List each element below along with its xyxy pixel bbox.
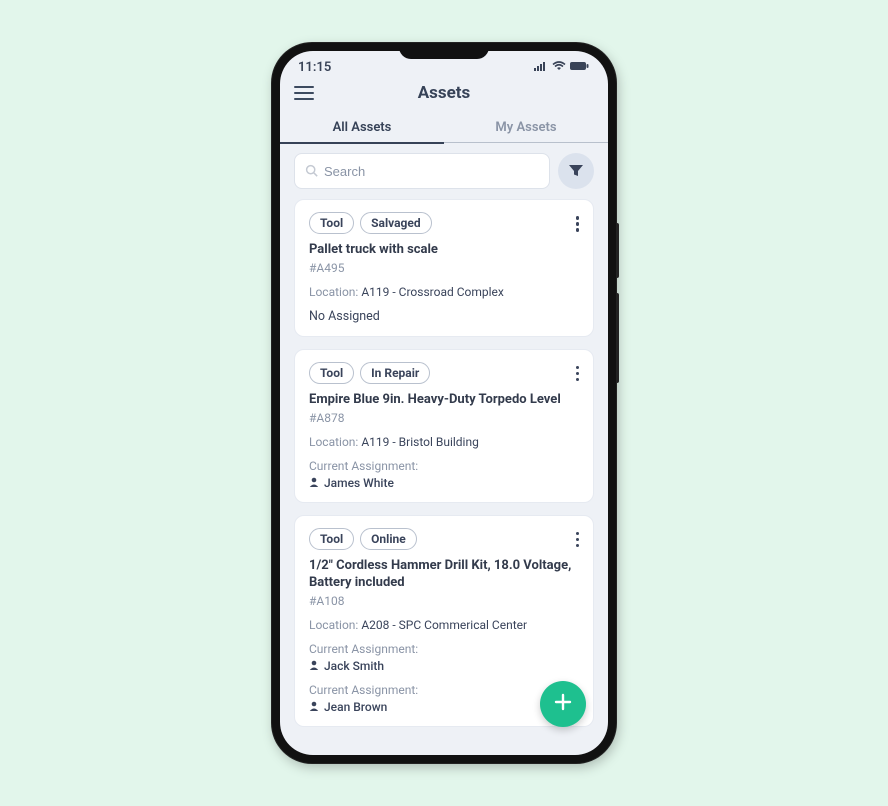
asset-id: #A108 (309, 594, 579, 608)
assignment: Current Assignment: Jack Smith (309, 642, 579, 673)
chip-row: Tool Salvaged (309, 212, 579, 234)
chip-row: Tool Online (309, 528, 579, 550)
search-box[interactable] (294, 153, 550, 189)
assignment-label: Current Assignment: (309, 683, 579, 697)
more-button[interactable] (572, 212, 584, 236)
assignment: Current Assignment: Jean Brown (309, 683, 579, 714)
location-label: Location: (309, 618, 358, 632)
screen: 11:15 Assets All Assets My Assets (280, 51, 608, 755)
location-value: A119 - Bristol Building (361, 435, 479, 449)
status-time: 11:15 (298, 60, 331, 75)
more-button[interactable] (572, 528, 584, 552)
page-title: Assets (418, 83, 471, 103)
assignee-name: James White (324, 476, 394, 490)
battery-icon (570, 60, 590, 75)
phone-frame: 11:15 Assets All Assets My Assets (272, 43, 616, 763)
add-button[interactable] (540, 681, 586, 727)
menu-icon (294, 86, 314, 100)
person-icon (309, 659, 319, 673)
assignee-name: Jean Brown (324, 700, 387, 714)
assignment: Current Assignment: James White (309, 459, 579, 490)
person-icon (309, 700, 319, 714)
no-assigned: No Assigned (309, 309, 579, 324)
filter-button[interactable] (558, 153, 594, 189)
chip-row: Tool In Repair (309, 362, 579, 384)
location-field: Location: A119 - Bristol Building (309, 435, 579, 449)
tab-my-assets[interactable]: My Assets (444, 113, 608, 142)
chip-status: Salvaged (360, 212, 432, 234)
location-value: A119 - Crossroad Complex (361, 285, 504, 299)
chip-status: Online (360, 528, 417, 550)
search-icon (305, 162, 318, 181)
assignment-value: Jean Brown (309, 700, 579, 714)
location-label: Location: (309, 435, 358, 449)
assignment-label: Current Assignment: (309, 642, 579, 656)
signal-icon (534, 60, 548, 75)
assignment-value: James White (309, 476, 579, 490)
wifi-icon (552, 60, 566, 75)
header: Assets (280, 77, 608, 107)
notch (399, 43, 489, 59)
asset-list[interactable]: Tool Salvaged Pallet truck with scale #A… (280, 199, 608, 755)
assignment-value: Jack Smith (309, 659, 579, 673)
chip-type: Tool (309, 528, 354, 550)
asset-title: Empire Blue 9in. Heavy-Duty Torpedo Leve… (309, 392, 579, 409)
person-icon (309, 476, 319, 490)
asset-card[interactable]: Tool Salvaged Pallet truck with scale #A… (294, 199, 594, 337)
chip-status: In Repair (360, 362, 430, 384)
chip-type: Tool (309, 362, 354, 384)
assignee-name: Jack Smith (324, 659, 384, 673)
asset-id: #A495 (309, 261, 579, 275)
asset-card[interactable]: Tool In Repair Empire Blue 9in. Heavy-Du… (294, 349, 594, 503)
asset-title: Pallet truck with scale (309, 242, 579, 259)
status-right (534, 60, 590, 75)
location-field: Location: A208 - SPC Commerical Center (309, 618, 579, 632)
chip-type: Tool (309, 212, 354, 234)
plus-icon (553, 692, 573, 716)
asset-id: #A878 (309, 411, 579, 425)
more-button[interactable] (572, 362, 584, 386)
tab-all-assets[interactable]: All Assets (280, 113, 444, 142)
assignment-label: Current Assignment: (309, 459, 579, 473)
filter-icon (569, 162, 583, 181)
location-value: A208 - SPC Commerical Center (361, 618, 527, 632)
menu-button[interactable] (294, 86, 314, 100)
search-input[interactable] (324, 164, 539, 179)
tabs: All Assets My Assets (280, 113, 608, 143)
search-row (280, 143, 608, 199)
location-field: Location: A119 - Crossroad Complex (309, 285, 579, 299)
location-label: Location: (309, 285, 358, 299)
asset-title: 1/2" Cordless Hammer Drill Kit, 18.0 Vol… (309, 558, 579, 592)
